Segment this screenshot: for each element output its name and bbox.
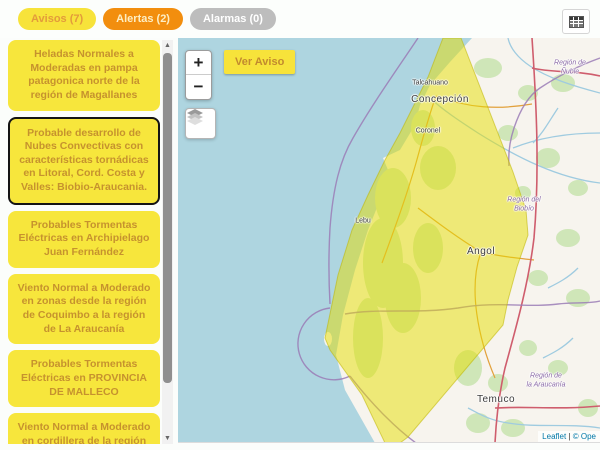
- map-container[interactable]: Talcahuano Concepción Coronel Lebu Angol Temu…: [178, 38, 600, 443]
- leaflet-link[interactable]: Leaflet: [542, 432, 566, 441]
- city-label: Angol: [467, 246, 495, 259]
- ver-aviso-button[interactable]: Ver Aviso: [224, 50, 295, 74]
- zoom-control: + −: [185, 50, 212, 100]
- sidebar-scrollbar[interactable]: ▲ ▼: [162, 40, 173, 444]
- scroll-up-icon[interactable]: ▲: [162, 40, 173, 51]
- city-label: Concepción: [411, 94, 469, 107]
- layers-icon: [186, 109, 204, 125]
- city-label: Coronel: [416, 128, 441, 137]
- city-label: Lebu: [355, 218, 371, 227]
- region-label: Región de la Araucanía: [526, 372, 565, 390]
- alert-tabs: Avisos (7) Alertas (2) Alarmas (0): [18, 8, 276, 30]
- alert-list-item[interactable]: Heladas Normales a Moderadas en pampa pa…: [8, 40, 160, 111]
- header-bar: Avisos (7) Alertas (2) Alarmas (0): [0, 0, 600, 38]
- tab-avisos[interactable]: Avisos (7): [18, 8, 96, 30]
- scroll-down-icon[interactable]: ▼: [162, 433, 173, 444]
- zoom-out-button[interactable]: −: [186, 75, 211, 99]
- tab-alarmas[interactable]: Alarmas (0): [190, 8, 276, 30]
- alert-list-item[interactable]: Viento Normal a Moderado en zonas desde …: [8, 274, 160, 345]
- layers-button[interactable]: [185, 108, 216, 139]
- tab-alertas[interactable]: Alertas (2): [103, 8, 183, 30]
- city-label: Temuco: [477, 394, 515, 407]
- table-view-button[interactable]: [562, 9, 590, 34]
- alert-app: Avisos (7) Alertas (2) Alarmas (0) Helad…: [0, 0, 600, 450]
- scrollbar-thumb[interactable]: [163, 53, 172, 383]
- osm-link[interactable]: © Ope: [573, 432, 596, 441]
- alert-list-item[interactable]: Probables Tormentas Eléctricas en PROVIN…: [8, 350, 160, 407]
- city-label: Talcahuano: [412, 80, 448, 89]
- alert-list-item[interactable]: Probables Tormentas Eléctricas en Archip…: [8, 211, 160, 268]
- alert-list-item[interactable]: Probable desarrollo de Nubes Convectivas…: [8, 117, 160, 205]
- sidebar-list: Heladas Normales a Moderadas en pampa pa…: [8, 40, 160, 444]
- map-attribution: Leaflet | © Ope: [538, 431, 600, 442]
- attribution-separator: |: [568, 432, 570, 441]
- table-grid-icon: [569, 16, 584, 28]
- region-label: Región de Ñuble: [554, 59, 586, 77]
- region-label: Región del Biobío: [507, 196, 540, 214]
- alert-list-item[interactable]: Viento Normal a Moderado en cordillera d…: [8, 413, 160, 444]
- zoom-in-button[interactable]: +: [186, 51, 211, 75]
